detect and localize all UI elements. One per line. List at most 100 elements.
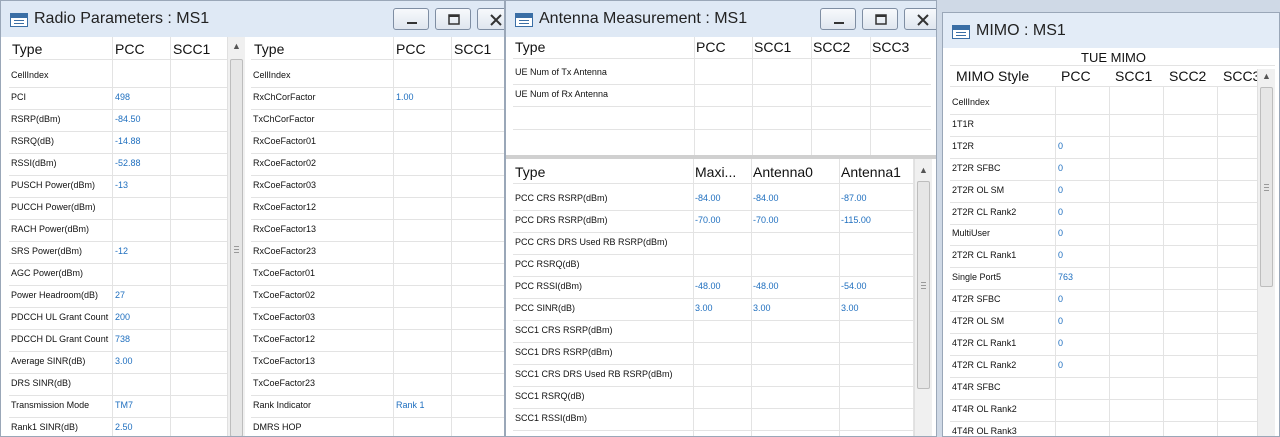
row-label: SCC1 DRS RSRP(dBm) bbox=[515, 347, 613, 357]
row-label: RSSI(dBm) bbox=[11, 158, 57, 168]
row-divider bbox=[251, 285, 504, 286]
row-divider bbox=[9, 109, 228, 110]
row-label: 2T2R CL Rank1 bbox=[952, 250, 1017, 261]
close-button[interactable] bbox=[904, 8, 936, 30]
scroll-thumb[interactable] bbox=[917, 181, 930, 389]
antenna-scrollbar[interactable]: ▲ bbox=[914, 159, 932, 436]
close-icon bbox=[490, 14, 502, 26]
table-window-icon bbox=[10, 13, 28, 27]
row-label: PUCCH Power(dBm) bbox=[11, 202, 96, 212]
row-divider bbox=[950, 245, 1257, 247]
row-divider bbox=[950, 311, 1257, 313]
header-divider bbox=[513, 58, 931, 59]
row-divider bbox=[251, 109, 504, 110]
row-value: 763 bbox=[1058, 272, 1074, 283]
window-title: Radio Parameters : MS1 bbox=[34, 10, 210, 27]
row-label: TxCoeFactor02 bbox=[253, 290, 316, 300]
row-divider bbox=[9, 285, 228, 286]
maximize-button[interactable] bbox=[862, 8, 898, 30]
row-divider bbox=[9, 175, 228, 176]
column-header-scc2: SCC2 bbox=[813, 39, 851, 55]
row-label: 4T2R CL Rank2 bbox=[952, 359, 1017, 370]
column-divider bbox=[752, 37, 753, 155]
minimize-button[interactable] bbox=[820, 8, 856, 30]
column-divider bbox=[811, 37, 812, 155]
row-divider bbox=[513, 430, 913, 431]
row-divider bbox=[950, 223, 1257, 225]
row-label: MultiUser bbox=[952, 228, 991, 239]
antenna0-value: -48.00 bbox=[753, 281, 779, 291]
radio-parameters-titlebar[interactable]: Radio Parameters : MS1 bbox=[1, 1, 504, 37]
row-label: DRS SINR(dB) bbox=[11, 378, 72, 388]
row-value: 3.00 bbox=[115, 356, 133, 366]
row-divider bbox=[950, 398, 1257, 400]
column-header-type: Type bbox=[254, 41, 285, 57]
row-value: 2.50 bbox=[115, 422, 133, 432]
row-divider bbox=[9, 87, 228, 88]
mimo-window: MIMO : MS1 TUE MIMO MIMO Style PCC SCC1 SCC2… bbox=[942, 12, 1280, 437]
scroll-thumb[interactable] bbox=[230, 59, 243, 436]
column-header-3: Antenna1 bbox=[841, 164, 901, 180]
antenna1-value: 3.00 bbox=[841, 303, 859, 313]
row-label: PDCCH UL Grant Count bbox=[11, 312, 109, 322]
row-divider bbox=[513, 364, 913, 365]
row-label: DMRS HOP bbox=[253, 422, 302, 432]
maximize-icon bbox=[875, 14, 887, 25]
row-label: Average SINR(dB) bbox=[11, 356, 86, 366]
maximize-button[interactable] bbox=[435, 8, 471, 30]
column-divider bbox=[1109, 87, 1110, 436]
scroll-up-arrow-icon[interactable]: ▲ bbox=[228, 41, 245, 51]
scroll-thumb[interactable] bbox=[1260, 87, 1273, 287]
row-value: TM7 bbox=[115, 400, 133, 410]
row-divider bbox=[251, 307, 504, 308]
scroll-up-arrow-icon[interactable]: ▲ bbox=[1258, 71, 1275, 81]
row-label: 1T1R bbox=[952, 118, 975, 129]
row-value: 200 bbox=[115, 312, 131, 322]
row-label: Single Port5 bbox=[952, 272, 1002, 283]
row-value: 0 bbox=[1058, 206, 1064, 217]
column-divider bbox=[451, 37, 452, 436]
row-divider bbox=[9, 395, 228, 396]
radio-scrollbar[interactable]: ▲ bbox=[227, 37, 245, 436]
row-label: RxCoeFactor23 bbox=[253, 246, 317, 256]
column-header-scc3: SCC3 bbox=[872, 39, 910, 55]
close-button[interactable] bbox=[477, 8, 504, 30]
column-header-2: SCC1 bbox=[1115, 68, 1153, 84]
row-divider bbox=[513, 276, 913, 277]
row-label: SCC1 CRS RSRP(dBm) bbox=[515, 325, 613, 335]
row-label: TxCoeFactor23 bbox=[253, 378, 316, 388]
row-divider bbox=[9, 263, 228, 264]
row-label: RSRQ(dB) bbox=[11, 136, 55, 146]
row-label: PCC CRS RSRP(dBm) bbox=[515, 193, 608, 203]
row-divider bbox=[9, 329, 228, 330]
row-label: TxCoeFactor12 bbox=[253, 334, 316, 344]
column-header-type: Type bbox=[515, 39, 546, 55]
mimo-titlebar[interactable]: MIMO : MS1 bbox=[943, 13, 1279, 48]
scroll-up-arrow-icon[interactable]: ▲ bbox=[915, 165, 932, 175]
window-title: MIMO : MS1 bbox=[976, 22, 1066, 39]
column-divider bbox=[393, 37, 394, 436]
panel-divider[interactable] bbox=[506, 155, 936, 159]
row-value: 27 bbox=[115, 290, 126, 300]
antenna-measurement-window: Antenna Measurement : MS1 Type PCC SCC1 SCC… bbox=[505, 0, 937, 437]
row-divider bbox=[9, 307, 228, 308]
row-divider bbox=[950, 376, 1257, 378]
row-label: 4T2R SFBC bbox=[952, 294, 1001, 305]
row-divider bbox=[251, 395, 504, 396]
group-divider bbox=[950, 65, 1275, 66]
row-label: SCC1 RSRQ(dB) bbox=[515, 391, 585, 401]
row-value: 1.00 bbox=[396, 92, 414, 102]
mimo-scrollbar[interactable]: ▲ bbox=[1257, 69, 1275, 436]
column-header-1: Maxi... bbox=[695, 164, 737, 180]
column-divider bbox=[1055, 87, 1056, 436]
row-label: UE Num of Rx Antenna bbox=[515, 89, 609, 99]
antenna0-value: 3.00 bbox=[753, 303, 771, 313]
column-header-scc1: SCC1 bbox=[173, 41, 211, 57]
row-label: CellIndex bbox=[952, 97, 990, 107]
minimize-icon bbox=[407, 22, 417, 24]
minimize-button[interactable] bbox=[393, 8, 429, 30]
row-label: RxCoeFactor02 bbox=[253, 158, 317, 168]
antenna-titlebar[interactable]: Antenna Measurement : MS1 bbox=[506, 1, 936, 37]
row-label: CellIndex bbox=[11, 70, 49, 80]
row-value: -13 bbox=[115, 180, 129, 190]
